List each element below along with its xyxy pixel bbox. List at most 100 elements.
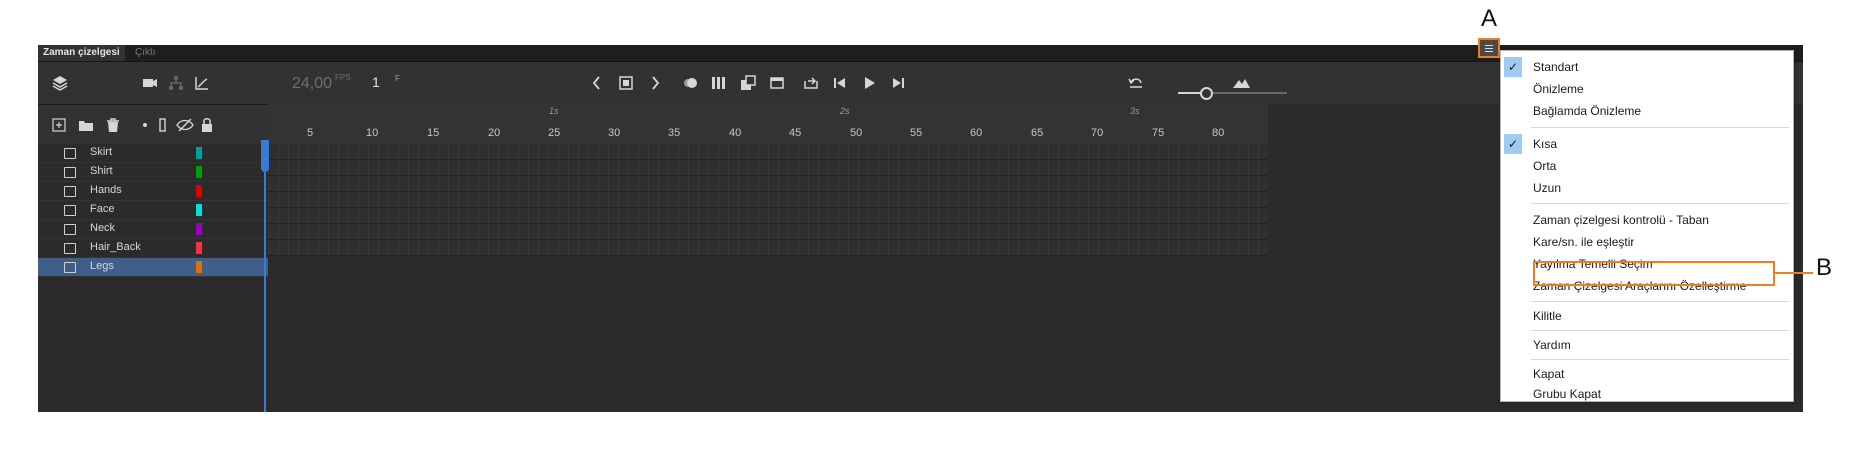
- chevron-left-icon[interactable]: [586, 72, 608, 94]
- menu-item-close-group[interactable]: Grubu Kapat: [1501, 383, 1793, 405]
- hierarchy-icon[interactable]: [165, 72, 187, 94]
- new-folder-icon[interactable]: [75, 114, 97, 136]
- fps-unit: FPS: [335, 73, 351, 82]
- layer-row-hair-back[interactable]: Hair_Back: [38, 239, 268, 258]
- menu-item-timeline-control-bottom[interactable]: Zaman çizelgesi kontrolü - Taban: [1501, 209, 1793, 231]
- layer-color-swatch[interactable]: [196, 185, 202, 197]
- panel-menu-button[interactable]: [1478, 38, 1500, 58]
- layer-color-swatch[interactable]: [196, 223, 202, 235]
- frames-area[interactable]: 1s 2s 3s 4s 5 10 15 20 25 30 35 40 45 50…: [268, 104, 1468, 412]
- layer-icon: [64, 148, 76, 159]
- menu-separator: [1531, 359, 1789, 360]
- hamburger-icon: [1485, 51, 1493, 52]
- callout-label-a: A: [1481, 5, 1498, 32]
- chevron-right-icon[interactable]: [644, 72, 666, 94]
- layer-list: Skirt Shirt Hands Face Neck Hair_Back Le…: [38, 144, 269, 412]
- blank-keyframe-icon[interactable]: [766, 72, 788, 94]
- insert-keyframe-icon[interactable]: [737, 72, 759, 94]
- callout-line-b: [1775, 272, 1813, 274]
- layer-icon: [64, 167, 76, 178]
- menu-item-preview-in-context[interactable]: Bağlamda Önizleme: [1501, 100, 1793, 122]
- onion-skin-icon[interactable]: [679, 72, 701, 94]
- menu-label: Uzun: [1533, 181, 1562, 195]
- layer-name: Skirt: [90, 146, 112, 158]
- menu-item-help[interactable]: Yardım: [1501, 334, 1793, 356]
- layer-name: Hands: [90, 184, 122, 196]
- menu-label: Grubu Kapat: [1533, 387, 1602, 401]
- layer-row-legs[interactable]: Legs: [38, 258, 268, 277]
- check-icon: ✓: [1504, 57, 1522, 77]
- hamburger-icon: [1485, 45, 1493, 46]
- menu-item-match-fps[interactable]: Kare/sn. ile eşleştir: [1501, 231, 1793, 253]
- mountain-icon[interactable]: [1230, 72, 1252, 94]
- menu-item-long[interactable]: Uzun: [1501, 177, 1793, 199]
- ruler-frame-label: 70: [1091, 127, 1104, 139]
- ruler-frame-label: 40: [729, 127, 742, 139]
- callout-highlight-box: [1533, 261, 1775, 286]
- layer-name: Neck: [90, 222, 116, 234]
- play-icon[interactable]: [858, 72, 880, 94]
- filmstrip-icon[interactable]: [708, 72, 730, 94]
- menu-item-standard[interactable]: ✓ Standart: [1501, 56, 1793, 78]
- camera-icon[interactable]: [139, 72, 161, 94]
- menu-label: Standart: [1533, 60, 1579, 74]
- layer-color-swatch[interactable]: [196, 261, 202, 273]
- ruler-frame-label: 30: [608, 127, 621, 139]
- undo-icon[interactable]: [1125, 72, 1147, 94]
- zoom-slider-knob[interactable]: [1200, 87, 1213, 100]
- ruler-frame-label: 35: [668, 127, 681, 139]
- ruler-frame-label: 5: [307, 127, 314, 139]
- layer-row-neck[interactable]: Neck: [38, 220, 268, 239]
- current-frame[interactable]: 1: [372, 74, 380, 90]
- trash-icon[interactable]: [102, 114, 124, 136]
- outline-icon[interactable]: [152, 114, 174, 136]
- graph-icon[interactable]: [191, 72, 213, 94]
- layer-color-swatch[interactable]: [196, 166, 202, 178]
- ruler-frame-label: 55: [910, 127, 923, 139]
- layer-row-shirt[interactable]: Shirt: [38, 163, 268, 182]
- menu-label: Kısa: [1533, 137, 1558, 151]
- step-back-icon[interactable]: [829, 72, 851, 94]
- menu-item-preview[interactable]: Önizleme: [1501, 78, 1793, 100]
- layer-icon: [64, 262, 76, 273]
- lock-icon[interactable]: [196, 114, 218, 136]
- fps-value[interactable]: 24,00: [292, 75, 332, 93]
- keyframe-icon[interactable]: [615, 72, 637, 94]
- playhead-line[interactable]: [264, 140, 266, 412]
- add-layer-icon[interactable]: [48, 114, 70, 136]
- eye-hidden-icon[interactable]: [174, 114, 196, 136]
- layer-name: Face: [90, 203, 115, 215]
- layer-toolbar: [38, 104, 268, 145]
- ruler-second-label: 1s: [549, 106, 559, 116]
- menu-item-close[interactable]: Kapat: [1501, 363, 1793, 385]
- loop-icon[interactable]: [800, 72, 822, 94]
- layers-stack-icon[interactable]: [49, 72, 71, 94]
- frame-ruler[interactable]: 1s 2s 3s 4s 5 10 15 20 25 30 35 40 45 50…: [268, 104, 1468, 144]
- layer-name: Hair_Back: [90, 241, 141, 253]
- layer-row-skirt[interactable]: Skirt: [38, 144, 268, 163]
- ruler-second-label: 2s: [840, 106, 850, 116]
- ruler-frame-label: 10: [366, 127, 379, 139]
- layer-icon: [64, 224, 76, 235]
- menu-item-medium[interactable]: Orta: [1501, 155, 1793, 177]
- layer-color-swatch[interactable]: [196, 204, 202, 216]
- tab-output[interactable]: Çıktı: [130, 45, 161, 61]
- menu-label: Önizleme: [1533, 82, 1584, 96]
- menu-separator: [1531, 203, 1789, 204]
- layer-color-swatch[interactable]: [196, 147, 202, 159]
- frame-grid-rows: [268, 144, 1268, 256]
- layer-row-hands[interactable]: Hands: [38, 182, 268, 201]
- menu-label: Yardım: [1533, 338, 1571, 352]
- layer-row-face[interactable]: Face: [38, 201, 268, 220]
- ruler-frame-label: 20: [488, 127, 501, 139]
- menu-item-lock[interactable]: Kilitle: [1501, 305, 1793, 327]
- tab-timeline[interactable]: Zaman çizelgesi: [38, 45, 125, 61]
- menu-label: Kare/sn. ile eşleştir: [1533, 235, 1635, 249]
- menu-separator: [1531, 301, 1789, 302]
- ruler-frame-label: 75: [1152, 127, 1165, 139]
- layer-color-swatch[interactable]: [196, 242, 202, 254]
- menu-item-short[interactable]: ✓ Kısa: [1501, 133, 1793, 155]
- step-forward-icon[interactable]: [887, 72, 909, 94]
- ruler-second-label: 3s: [1130, 106, 1140, 116]
- menu-label: Zaman çizelgesi kontrolü - Taban: [1533, 213, 1709, 227]
